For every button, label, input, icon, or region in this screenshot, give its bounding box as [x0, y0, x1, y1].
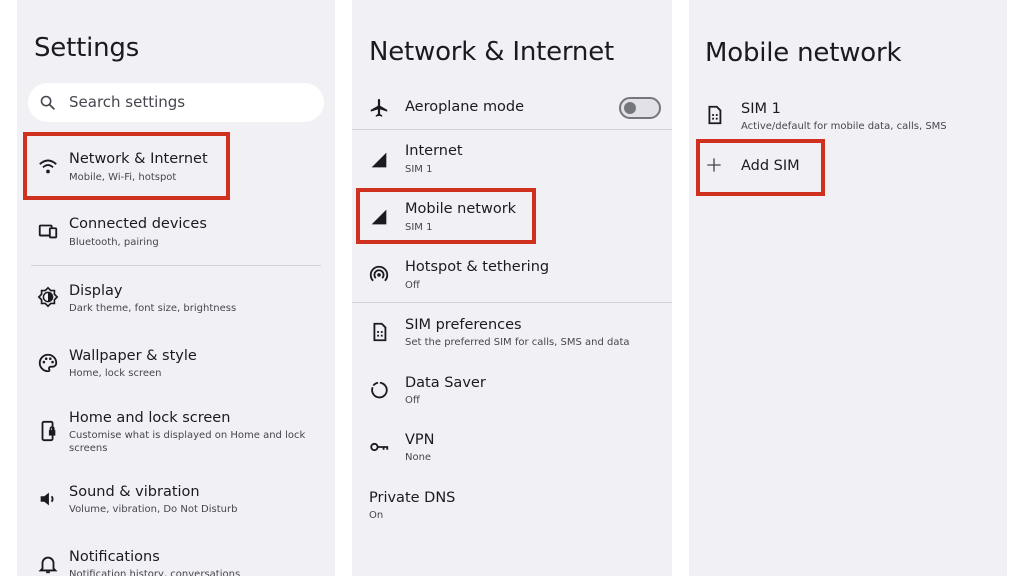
add-sim-button[interactable]: Add SIM	[701, 144, 821, 192]
network-item-private-dns[interactable]: Private DNS On	[352, 482, 672, 526]
palette-icon	[38, 353, 58, 373]
item-title: Mobile network	[405, 201, 517, 217]
item-subtitle: Off	[405, 280, 420, 291]
page-title: Network & Internet	[369, 37, 614, 67]
item-subtitle: None	[405, 452, 432, 463]
item-title: Internet	[405, 143, 463, 159]
item-title: Sound & vibration	[69, 484, 200, 500]
item-title: Wallpaper & style	[69, 348, 197, 364]
aeroplane-toggle[interactable]	[619, 97, 661, 119]
settings-item-display[interactable]: Display Dark theme, font size, brightnes…	[17, 272, 335, 320]
search-bar[interactable]: Search settings	[28, 83, 324, 122]
item-subtitle: Home, lock screen	[69, 368, 162, 379]
wifi-icon	[39, 159, 57, 174]
divider	[31, 265, 321, 266]
bell-icon	[38, 556, 58, 574]
page-title: Mobile network	[705, 38, 902, 68]
item-title: Private DNS	[369, 490, 456, 506]
item-title: Network & Internet	[69, 151, 208, 167]
item-title: VPN	[405, 432, 435, 448]
item-subtitle: Set the preferred SIM for calls, SMS and…	[405, 337, 630, 348]
network-item-hotspot[interactable]: Hotspot & tethering Off	[352, 251, 672, 295]
search-icon	[40, 95, 55, 110]
toggle-knob	[624, 102, 636, 114]
item-subtitle-line2: screens	[69, 443, 108, 454]
item-subtitle: Mobile, Wi-Fi, hotspot	[69, 172, 177, 183]
item-subtitle: Active/default for mobile data, calls, S…	[741, 121, 947, 132]
settings-panel: Settings Search settings Network & Inter…	[17, 0, 335, 576]
network-item-internet[interactable]: Internet SIM 1	[352, 136, 672, 180]
sim-1-item[interactable]: SIM 1 Active/default for mobile data, ca…	[689, 94, 1007, 138]
signal-icon	[371, 209, 387, 225]
sim-card-icon	[373, 322, 387, 342]
connected-devices-icon	[38, 224, 58, 239]
settings-item-connected-devices[interactable]: Connected devices Bluetooth, pairing	[17, 206, 335, 254]
item-title: SIM 1	[741, 101, 781, 117]
network-item-mobile-network[interactable]: Mobile network SIM 1	[352, 193, 672, 237]
item-title: Hotspot & tethering	[405, 259, 550, 275]
item-subtitle: Customise what is displayed on Home and …	[69, 430, 306, 441]
item-subtitle: SIM 1	[405, 222, 433, 233]
item-subtitle: Dark theme, font size, brightness	[69, 303, 237, 314]
phone-lock-icon	[41, 420, 56, 442]
mobile-network-panel: Mobile network SIM 1 Active/default for …	[689, 0, 1007, 576]
item-title: Display	[69, 283, 123, 299]
item-subtitle: Off	[405, 395, 420, 406]
divider	[352, 302, 672, 303]
settings-item-sound[interactable]: Sound & vibration Volume, vibration, Do …	[17, 474, 335, 522]
settings-item-network[interactable]: Network & Internet Mobile, Wi-Fi, hotspo…	[17, 140, 335, 192]
settings-item-wallpaper[interactable]: Wallpaper & style Home, lock screen	[17, 338, 335, 386]
network-item-data-saver[interactable]: Data Saver Off	[352, 367, 672, 411]
item-subtitle: Notification history, conversations	[69, 569, 241, 576]
item-title: Connected devices	[69, 216, 207, 232]
plus-icon	[707, 158, 721, 172]
signal-icon	[371, 152, 387, 168]
item-title: SIM preferences	[405, 317, 522, 333]
brightness-icon	[37, 286, 59, 308]
settings-item-home-lock[interactable]: Home and lock screen Customise what is d…	[17, 400, 335, 460]
divider	[352, 129, 672, 130]
item-subtitle: Bluetooth, pairing	[69, 237, 159, 248]
search-placeholder: Search settings	[69, 93, 186, 111]
item-subtitle: SIM 1	[405, 164, 433, 175]
page-title: Settings	[34, 33, 140, 63]
airplane-icon	[370, 98, 388, 117]
data-saver-icon	[371, 381, 388, 399]
network-panel: Network & Internet Aeroplane mode Intern…	[352, 0, 672, 576]
item-title: Data Saver	[405, 375, 486, 391]
settings-item-notifications[interactable]: Notifications Notification history, conv…	[17, 539, 335, 576]
vpn-key-icon	[370, 442, 389, 452]
item-subtitle: Volume, vibration, Do Not Disturb	[69, 504, 238, 515]
hotspot-icon	[369, 265, 389, 282]
item-title: Notifications	[69, 549, 160, 565]
item-title: Add SIM	[741, 158, 800, 174]
sim-card-icon	[708, 105, 722, 125]
item-subtitle: On	[369, 510, 384, 521]
item-title: Home and lock screen	[69, 410, 231, 426]
item-title: Aeroplane mode	[405, 99, 525, 115]
speaker-icon	[40, 492, 54, 506]
network-item-vpn[interactable]: VPN None	[352, 424, 672, 468]
network-item-sim-preferences[interactable]: SIM preferences Set the preferred SIM fo…	[352, 309, 672, 353]
